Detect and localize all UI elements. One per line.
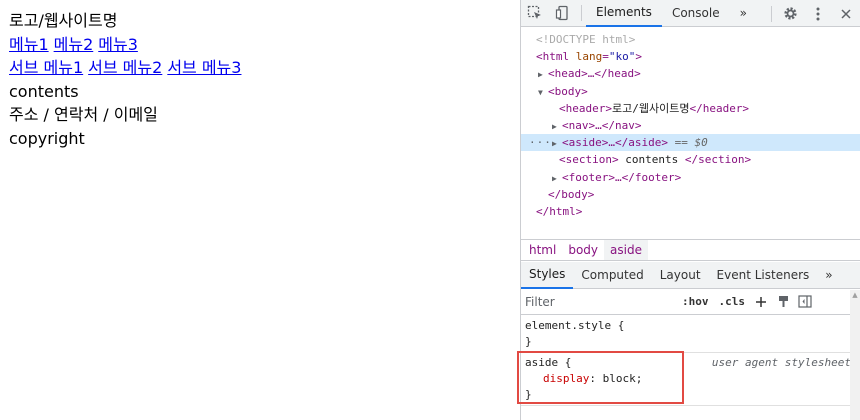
inspect-element-icon[interactable] xyxy=(521,0,549,27)
header-close-tag: </header> xyxy=(689,101,750,115)
page-nav: 메뉴1 메뉴2 메뉴3 xyxy=(9,33,511,57)
nav-node: <nav>…</nav> xyxy=(562,118,642,132)
tab-elements[interactable]: Elements xyxy=(586,0,662,27)
aside-display-declaration[interactable]: display: block; xyxy=(525,371,847,387)
styles-filter-bar: :hov .cls xyxy=(521,289,860,315)
html-attr-value: "ko" xyxy=(608,50,636,64)
page-aside: 서브 메뉴1 서브 메뉴2 서브 메뉴3 xyxy=(9,56,511,80)
rendered-page: 로고/웹사이트명 메뉴1 메뉴2 메뉴3 서브 메뉴1 서브 메뉴2 서브 메뉴3 co… xyxy=(0,0,520,420)
aside-style-rule[interactable]: aside { user agent stylesheet display: b… xyxy=(521,353,851,406)
filter-input[interactable] xyxy=(525,291,677,312)
body-open-node: <body> xyxy=(548,84,588,98)
element-style-rule[interactable]: element.style { } xyxy=(521,316,851,353)
page-address: 주소 / 연락처 / 이메일 xyxy=(9,105,158,124)
element-style-close: } xyxy=(525,335,532,348)
dom-footer[interactable]: ▶ <footer>…</footer> xyxy=(521,169,860,186)
header-open-tag: <header> xyxy=(559,101,612,115)
dom-doctype[interactable]: <!DOCTYPE html> xyxy=(521,31,860,48)
section-close-tag: </section> xyxy=(684,153,752,167)
footer-node: <footer>…</footer> xyxy=(562,170,682,184)
device-toolbar-icon[interactable] xyxy=(549,0,577,27)
more-subtabs-button[interactable]: » xyxy=(817,262,840,289)
settings-gear-icon[interactable] xyxy=(776,0,804,27)
devtools-toolbar: Elements Console » xyxy=(521,0,860,27)
dom-nav[interactable]: ▶ <nav>…</nav> xyxy=(521,117,860,134)
close-icon[interactable] xyxy=(832,0,860,27)
expand-triangle-icon[interactable]: ▶ xyxy=(538,66,548,83)
expand-triangle-icon[interactable]: ▶ xyxy=(552,135,562,152)
rule-source-label[interactable]: user agent stylesheet xyxy=(712,355,851,371)
selected-marker: == $0 xyxy=(674,136,708,150)
dom-head[interactable]: ▶ <head>…</head> xyxy=(521,65,860,82)
sub-menu-link-3[interactable]: 서브 메뉴3 xyxy=(167,58,241,77)
dom-header[interactable]: <header>로고/웹사이트명</header> xyxy=(521,100,860,117)
devtools-panel: Elements Console » <!DOCTYPE html> <html… xyxy=(520,0,860,420)
tab-event-listeners[interactable]: Event Listeners xyxy=(709,262,818,289)
tab-computed[interactable]: Computed xyxy=(573,262,651,289)
styles-scrollbar[interactable]: ▲ xyxy=(850,290,860,420)
styles-subtabs: Styles Computed Layout Event Listeners » xyxy=(521,262,860,289)
hover-state-button[interactable]: :hov xyxy=(677,295,714,308)
sub-menu-link-1[interactable]: 서브 메뉴1 xyxy=(9,58,83,77)
doctype-text: <!DOCTYPE html> xyxy=(536,33,636,46)
scroll-up-icon[interactable]: ▲ xyxy=(850,290,860,300)
html-open-tag: <html xyxy=(536,50,570,64)
dom-tree: <!DOCTYPE html> <html lang="ko"> ▶ <head>… xyxy=(521,27,860,237)
aside-prop-name: display xyxy=(543,372,590,385)
element-style-selector: element.style { xyxy=(525,319,625,332)
expand-triangle-icon[interactable]: ▶ xyxy=(552,170,562,187)
breadcrumb-aside[interactable]: aside xyxy=(604,240,648,260)
tab-console[interactable]: Console xyxy=(662,0,730,27)
dom-aside-selected[interactable]: ··· ▶ <aside>…</aside> == $0 xyxy=(521,134,860,152)
page-header: 로고/웹사이트명 xyxy=(9,11,118,30)
sub-menu-link-2[interactable]: 서브 메뉴2 xyxy=(88,58,162,77)
nav-link-3[interactable]: 메뉴3 xyxy=(98,35,138,54)
html-close-tag: </html> xyxy=(536,204,583,218)
page-section: contents xyxy=(9,81,79,101)
aside-node: <aside>…</aside> xyxy=(562,136,668,150)
aside-prop-value: block; xyxy=(602,372,643,385)
html-attr-name: lang xyxy=(575,50,603,64)
body-close-tag: </body> xyxy=(548,187,595,201)
section-text-node: contents xyxy=(618,153,685,167)
new-style-rule-icon[interactable] xyxy=(750,291,772,313)
dom-body-open[interactable]: ▼ <body> xyxy=(521,83,860,100)
breadcrumb-body[interactable]: body xyxy=(562,240,604,260)
nav-link-2[interactable]: 메뉴2 xyxy=(54,35,94,54)
nav-link-1[interactable]: 메뉴1 xyxy=(9,35,49,54)
breadcrumb: html body aside xyxy=(521,239,860,261)
section-open-tag: <section> xyxy=(559,153,619,167)
styles-pane: element.style { } aside { user agent sty… xyxy=(521,316,851,406)
dom-body-close[interactable]: </body> xyxy=(521,186,860,203)
aside-rule-close: } xyxy=(525,388,532,401)
class-toggle-button[interactable]: .cls xyxy=(714,295,751,308)
toolbar-divider xyxy=(581,5,582,21)
breadcrumb-html[interactable]: html xyxy=(523,240,562,260)
collapse-triangle-icon[interactable]: ▼ xyxy=(538,84,548,101)
more-tabs-button[interactable]: » xyxy=(730,0,757,27)
toggle-sidebar-icon[interactable] xyxy=(794,291,816,313)
toolbar-divider-right xyxy=(771,5,772,22)
dom-section[interactable]: <section> contents </section> xyxy=(521,151,860,168)
tab-layout[interactable]: Layout xyxy=(652,262,709,289)
dom-html-close[interactable]: </html> xyxy=(521,203,860,220)
page-footer: copyright xyxy=(9,128,85,148)
customize-menu-icon[interactable] xyxy=(804,0,832,27)
more-actions-icon[interactable]: ··· xyxy=(529,134,552,151)
head-node: <head>…</head> xyxy=(548,67,641,81)
paint-brush-icon[interactable] xyxy=(772,291,794,313)
expand-triangle-icon[interactable]: ▶ xyxy=(552,118,562,135)
tab-styles[interactable]: Styles xyxy=(521,262,574,289)
header-text-node: 로고/웹사이트명 xyxy=(611,101,690,115)
dom-html-open[interactable]: <html lang="ko"> xyxy=(521,48,860,65)
